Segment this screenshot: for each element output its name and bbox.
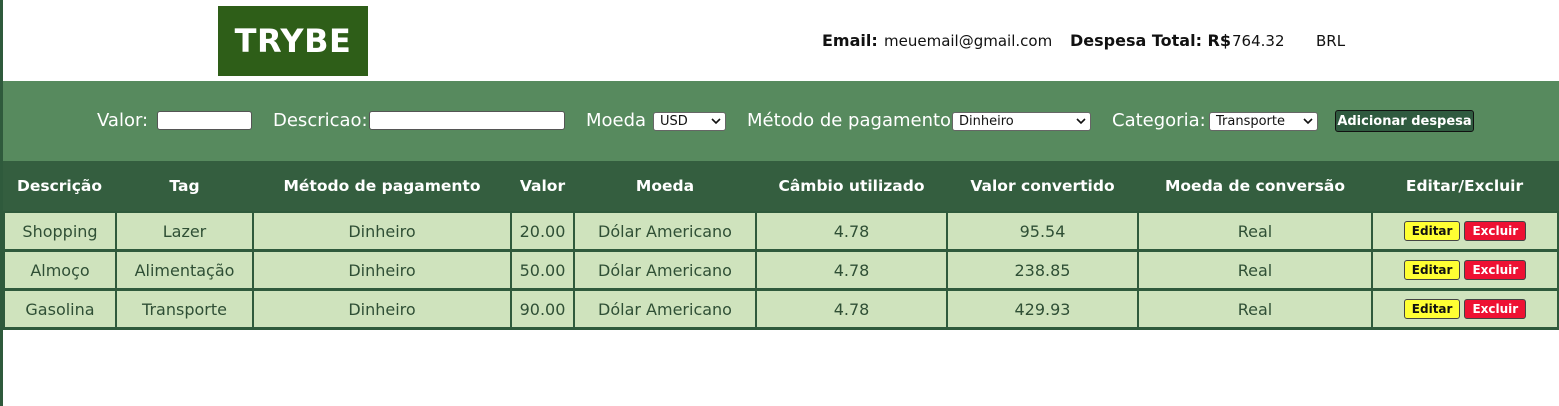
description-input[interactable]	[369, 111, 565, 130]
description-label: Descricao:	[273, 110, 368, 131]
table-row: Gasolina Transporte Dinheiro 90.00 Dólar…	[3, 289, 1559, 328]
payment-method-select-value: Dinheiro	[959, 114, 1014, 129]
table-row: Almoço Alimentação Dinheiro 50.00 Dólar …	[3, 250, 1559, 289]
cell-method: Dinheiro	[254, 213, 510, 249]
category-select[interactable]: Transporte	[1209, 112, 1318, 131]
cell-description: Almoço	[5, 252, 115, 288]
cell-tag: Lazer	[117, 213, 252, 249]
cell-currency: Dólar Americano	[575, 213, 755, 249]
payment-method-label: Método de pagamento:	[747, 110, 958, 131]
payment-method-select[interactable]: Dinheiro	[952, 112, 1091, 131]
cell-conversion-currency: Real	[1139, 291, 1371, 327]
add-expense-button[interactable]: Adicionar despesa	[1335, 110, 1474, 132]
delete-button[interactable]: Excluir	[1464, 299, 1527, 319]
value-label: Valor:	[97, 110, 149, 131]
cell-description: Shopping	[5, 213, 115, 249]
cell-actions: Editar Excluir	[1373, 213, 1557, 249]
cell-conversion-currency: Real	[1139, 213, 1371, 249]
cell-tag: Transporte	[117, 291, 252, 327]
expenses-table: Shopping Lazer Dinheiro 20.00 Dólar Amer…	[3, 211, 1559, 330]
cell-value: 90.00	[512, 291, 573, 327]
trybe-logo: TRYBE	[218, 6, 368, 76]
currency-select[interactable]: USD	[653, 112, 726, 131]
col-header-currency: Moeda	[635, 177, 695, 195]
cell-actions: Editar Excluir	[1373, 252, 1557, 288]
cell-converted: 429.93	[948, 291, 1137, 327]
col-header-value: Valor	[519, 177, 566, 195]
cell-method: Dinheiro	[254, 252, 510, 288]
cell-value: 50.00	[512, 252, 573, 288]
edit-button[interactable]: Editar	[1403, 299, 1461, 319]
category-select-value: Transporte	[1216, 114, 1285, 129]
cell-actions: Editar Excluir	[1373, 291, 1557, 327]
cell-currency: Dólar Americano	[575, 252, 755, 288]
col-header-method: Método de pagamento	[283, 177, 481, 195]
email-label: Email:	[822, 31, 878, 50]
cell-rate: 4.78	[757, 291, 946, 327]
cell-tag: Alimentação	[117, 252, 252, 288]
col-header-tag: Tag	[169, 177, 200, 195]
expense-form: Valor: Descricao: Moeda USD Método de pa…	[3, 81, 1559, 161]
cell-value: 20.00	[512, 213, 573, 249]
cell-rate: 4.78	[757, 213, 946, 249]
category-label: Categoria:	[1112, 110, 1206, 131]
table-header: Descrição Tag Método de pagamento Valor …	[3, 161, 1559, 211]
total-expense-value: 764.32	[1232, 32, 1285, 50]
col-header-converted: Valor convertido	[970, 177, 1115, 195]
total-expense-label: Despesa Total: R$	[1070, 31, 1231, 50]
cell-currency: Dólar Americano	[575, 291, 755, 327]
header-currency: BRL	[1316, 32, 1346, 50]
edit-button[interactable]: Editar	[1403, 221, 1461, 241]
delete-button[interactable]: Excluir	[1464, 260, 1527, 280]
edit-button[interactable]: Editar	[1403, 260, 1461, 280]
chevron-down-icon	[1076, 118, 1086, 125]
cell-description: Gasolina	[5, 291, 115, 327]
cell-rate: 4.78	[757, 252, 946, 288]
delete-button[interactable]: Excluir	[1464, 221, 1527, 241]
col-header-conversion-currency: Moeda de conversão	[1164, 177, 1345, 195]
cell-conversion-currency: Real	[1139, 252, 1371, 288]
value-input[interactable]	[157, 111, 252, 130]
chevron-down-icon	[1303, 118, 1313, 125]
chevron-down-icon	[711, 118, 721, 125]
table-row: Shopping Lazer Dinheiro 20.00 Dólar Amer…	[3, 211, 1559, 250]
currency-label: Moeda	[586, 110, 647, 131]
page-header: TRYBE Email: meuemail@gmail.com Despesa …	[3, 0, 1559, 81]
currency-select-value: USD	[660, 114, 688, 129]
col-header-actions: Editar/Excluir	[1405, 177, 1524, 195]
cell-converted: 238.85	[948, 252, 1137, 288]
cell-converted: 95.54	[948, 213, 1137, 249]
col-header-rate: Câmbio utilizado	[778, 177, 925, 195]
cell-method: Dinheiro	[254, 291, 510, 327]
user-email: meuemail@gmail.com	[884, 32, 1053, 50]
col-header-description: Descrição	[16, 177, 103, 195]
